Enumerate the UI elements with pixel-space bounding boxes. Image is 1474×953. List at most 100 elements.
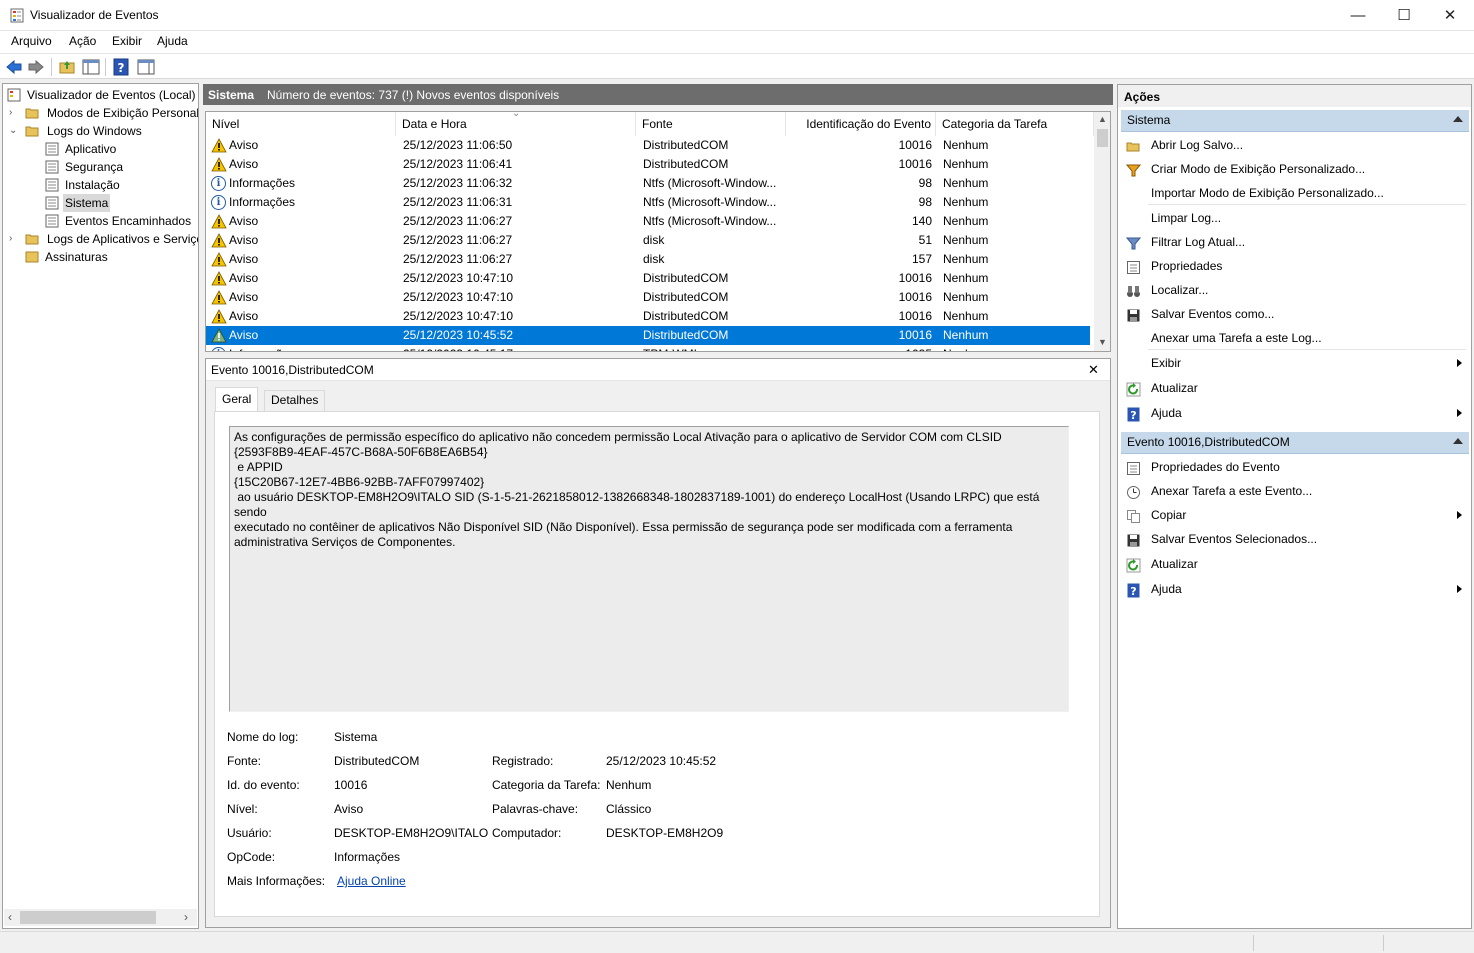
show-hide-actions-icon[interactable] [137, 58, 155, 76]
action-item[interactable]: Criar Modo de Exibição Personalizado... [1122, 157, 1468, 181]
warning-icon [211, 252, 227, 267]
action-label: Copiar [1151, 508, 1187, 522]
collapse-icon[interactable] [1453, 116, 1463, 122]
event-row[interactable]: i Informações 25/12/2023 11:06:32 Ntfs (Mic… [206, 174, 1090, 193]
event-row[interactable]: Aviso 25/12/2023 11:06:50 DistributedCOM 10… [206, 136, 1090, 155]
scroll-thumb[interactable] [20, 911, 156, 924]
cell-level: Informações [229, 345, 389, 351]
close-window-button[interactable]: ✕ [1427, 0, 1473, 31]
action-label: Localizar... [1151, 283, 1209, 297]
cell-level: Aviso [229, 233, 259, 247]
minimize-button[interactable]: — [1335, 0, 1381, 31]
tab-general[interactable]: Geral [215, 387, 259, 413]
maximize-button[interactable]: ☐ [1381, 0, 1427, 31]
cell-date: 25/12/2023 10:47:10 [403, 271, 514, 285]
opcode-label: OpCode: [227, 850, 276, 864]
chevron-right-icon[interactable]: › [9, 108, 19, 118]
event-row[interactable]: Aviso 25/12/2023 10:45:52 DistributedCOM 10… [206, 326, 1090, 345]
folder-up-icon[interactable] [58, 58, 76, 76]
event-row[interactable]: iInformações 25/12/2023 10:45:17 TPM-WMI10… [206, 345, 1090, 351]
actions-pane: Ações Sistema Abrir Log Salvo... Criar Mo… [1117, 84, 1472, 929]
column-header-task-category[interactable]: Categoria da Tarefa [936, 112, 1094, 136]
event-row[interactable]: i Informações 25/12/2023 11:06:31 Ntfs (Mic… [206, 193, 1090, 212]
event-row[interactable]: Aviso 25/12/2023 11:06:27 disk 157 Nenhum [206, 250, 1090, 269]
action-item[interactable]: Importar Modo de Exibição Personalizado.… [1122, 181, 1468, 205]
tab-details[interactable]: Detalhes [264, 390, 326, 411]
event-row[interactable]: Aviso 25/12/2023 11:06:41 DistributedCOM 10… [206, 155, 1090, 174]
event-viewer-icon [7, 88, 21, 102]
event-row[interactable]: Aviso 25/12/2023 10:47:10 DistributedCOM 10… [206, 288, 1090, 307]
tree-label: Eventos Encaminhados [65, 214, 192, 228]
action-item[interactable]: Filtrar Log Atual... [1122, 230, 1468, 254]
action-item[interactable]: Localizar... [1122, 278, 1468, 302]
help-icon: ? [1126, 582, 1141, 598]
actions-section-event[interactable]: Evento 10016,DistributedCOM [1121, 432, 1469, 454]
log-icon [45, 142, 59, 156]
event-row[interactable]: Aviso 25/12/2023 10:47:10 DistributedCOM 10… [206, 269, 1090, 288]
column-header-source[interactable]: Fonte [636, 112, 786, 136]
action-item[interactable]: Anexar Tarefa a este Evento... [1122, 479, 1468, 503]
log-name: Sistema [208, 88, 255, 102]
warning-icon [211, 157, 227, 172]
scroll-left-icon[interactable]: ‹ [8, 910, 12, 924]
action-label: Anexar Tarefa a este Evento... [1151, 484, 1313, 498]
cell-source: DistributedCOM [643, 271, 729, 285]
action-item[interactable]: Propriedades do Evento [1122, 455, 1468, 479]
general-tab-body: As configurações de permissão específico… [214, 411, 1100, 917]
chevron-down-icon[interactable]: ⌄ [9, 126, 19, 136]
action-item[interactable]: Anexar uma Tarefa a este Log... [1122, 326, 1468, 350]
scroll-up-icon[interactable]: ▲ [1098, 114, 1107, 124]
cell-date: 25/12/2023 11:06:41 [403, 157, 513, 171]
cell-level: Aviso [229, 157, 259, 171]
action-item[interactable]: Atualizar [1122, 552, 1468, 576]
help-icon[interactable]: ? [112, 58, 130, 76]
warning-icon [211, 138, 227, 153]
show-hide-tree-icon[interactable] [82, 58, 100, 76]
action-item[interactable]: ? Ajuda [1122, 401, 1468, 425]
action-item[interactable]: Copiar [1122, 503, 1468, 527]
action-item[interactable]: Salvar Eventos como... [1122, 302, 1468, 326]
chevron-right-icon[interactable]: › [9, 234, 19, 244]
menu-ajuda[interactable]: Ajuda [157, 34, 188, 48]
action-item[interactable]: Limpar Log... [1122, 206, 1468, 230]
back-arrow-icon[interactable] [5, 58, 23, 76]
column-header-event-id[interactable]: Identificação do Evento [786, 112, 936, 136]
menu-exibir[interactable]: Exibir [112, 34, 142, 48]
cell-level: Aviso [229, 138, 259, 152]
event-list: Nível Data e Hora ⌄ Fonte Identificação … [205, 111, 1111, 352]
event-row[interactable]: Aviso 25/12/2023 11:06:27 Ntfs (Microsoft-… [206, 212, 1090, 231]
tree-horizontal-scrollbar[interactable]: ‹ › [4, 909, 197, 926]
cell-event-id: 10016 [898, 271, 932, 285]
action-item[interactable]: Propriedades [1122, 254, 1468, 278]
action-item[interactable]: Atualizar [1122, 376, 1468, 400]
tree-label: Sistema [63, 194, 111, 212]
online-help-link[interactable]: Ajuda Online [337, 874, 406, 888]
forward-arrow-icon[interactable] [27, 58, 45, 76]
event-row[interactable]: Aviso 25/12/2023 10:47:10 DistributedCOM 10… [206, 307, 1090, 326]
action-item[interactable]: ? Ajuda [1122, 577, 1468, 601]
event-row[interactable]: Aviso 25/12/2023 11:06:27 disk 51 Nenhum [206, 231, 1090, 250]
refresh-icon [1126, 557, 1141, 573]
collapse-icon[interactable] [1453, 438, 1463, 444]
scroll-thumb[interactable] [1097, 129, 1108, 147]
menu-arquivo[interactable]: Arquivo [11, 34, 52, 48]
svg-text:?: ? [1130, 585, 1136, 598]
column-header-level[interactable]: Nível [206, 112, 396, 136]
properties-icon [1126, 460, 1141, 475]
event-count: Número de eventos: 737 (!) Novos eventos… [267, 88, 560, 102]
scroll-down-icon[interactable]: ▼ [1098, 337, 1107, 347]
event-message[interactable]: As configurações de permissão específico… [229, 426, 1069, 712]
close-detail-button[interactable]: ✕ [1088, 362, 1099, 378]
action-item[interactable]: Exibir [1122, 351, 1468, 375]
menu-acao[interactable]: Ação [69, 34, 96, 48]
cell-task-category: Nenhum [943, 214, 989, 228]
task-icon [1126, 484, 1141, 499]
event-list-vertical-scrollbar[interactable]: ▲ ▼ [1094, 112, 1110, 351]
actions-title: Ações [1118, 85, 1471, 107]
actions-section-system[interactable]: Sistema [1121, 110, 1469, 132]
console-tree: Visualizador de Eventos (Local) › Modos … [2, 83, 199, 929]
action-item[interactable]: Abrir Log Salvo... [1122, 133, 1468, 157]
task-category-label: Categoria da Tarefa: [492, 778, 601, 792]
action-item[interactable]: Salvar Eventos Selecionados... [1122, 527, 1468, 551]
scroll-right-icon[interactable]: › [184, 910, 188, 924]
